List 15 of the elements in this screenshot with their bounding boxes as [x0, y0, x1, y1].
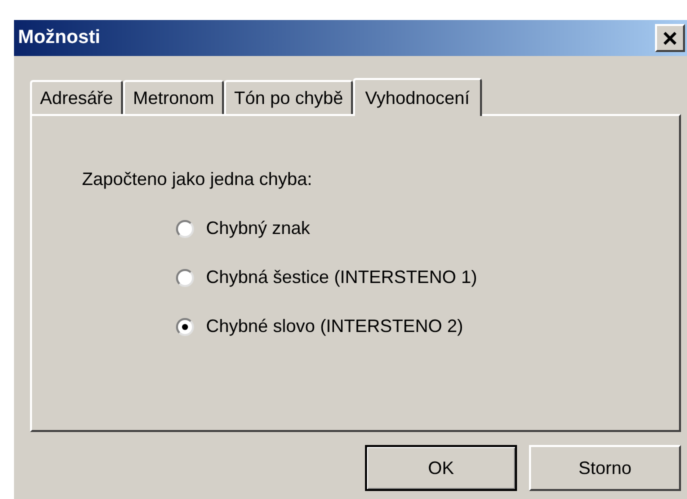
tab[interactable]: Vyhodnocení [353, 78, 482, 116]
tab[interactable]: Metronom [123, 80, 224, 114]
close-button[interactable]: × [655, 24, 685, 52]
radio-button[interactable] [176, 220, 194, 238]
radio-button[interactable] [176, 318, 194, 336]
radio-label: Chybný znak [206, 217, 310, 240]
radio-label: Chybná šestice (INTERSTENO 1) [206, 266, 478, 289]
dialog-button[interactable]: Storno [529, 445, 681, 491]
tab[interactable]: Tón po chybě [224, 80, 354, 114]
radio-button[interactable] [176, 268, 194, 286]
window-title: Možnosti [18, 26, 100, 50]
group-label: Započteno jako jedna chyba: [82, 168, 314, 191]
radio-label: Chybné slovo (INTERSTENO 2) [206, 315, 464, 338]
tab[interactable]: Adresáře [30, 80, 124, 114]
dialog-button[interactable]: OK [365, 445, 517, 491]
